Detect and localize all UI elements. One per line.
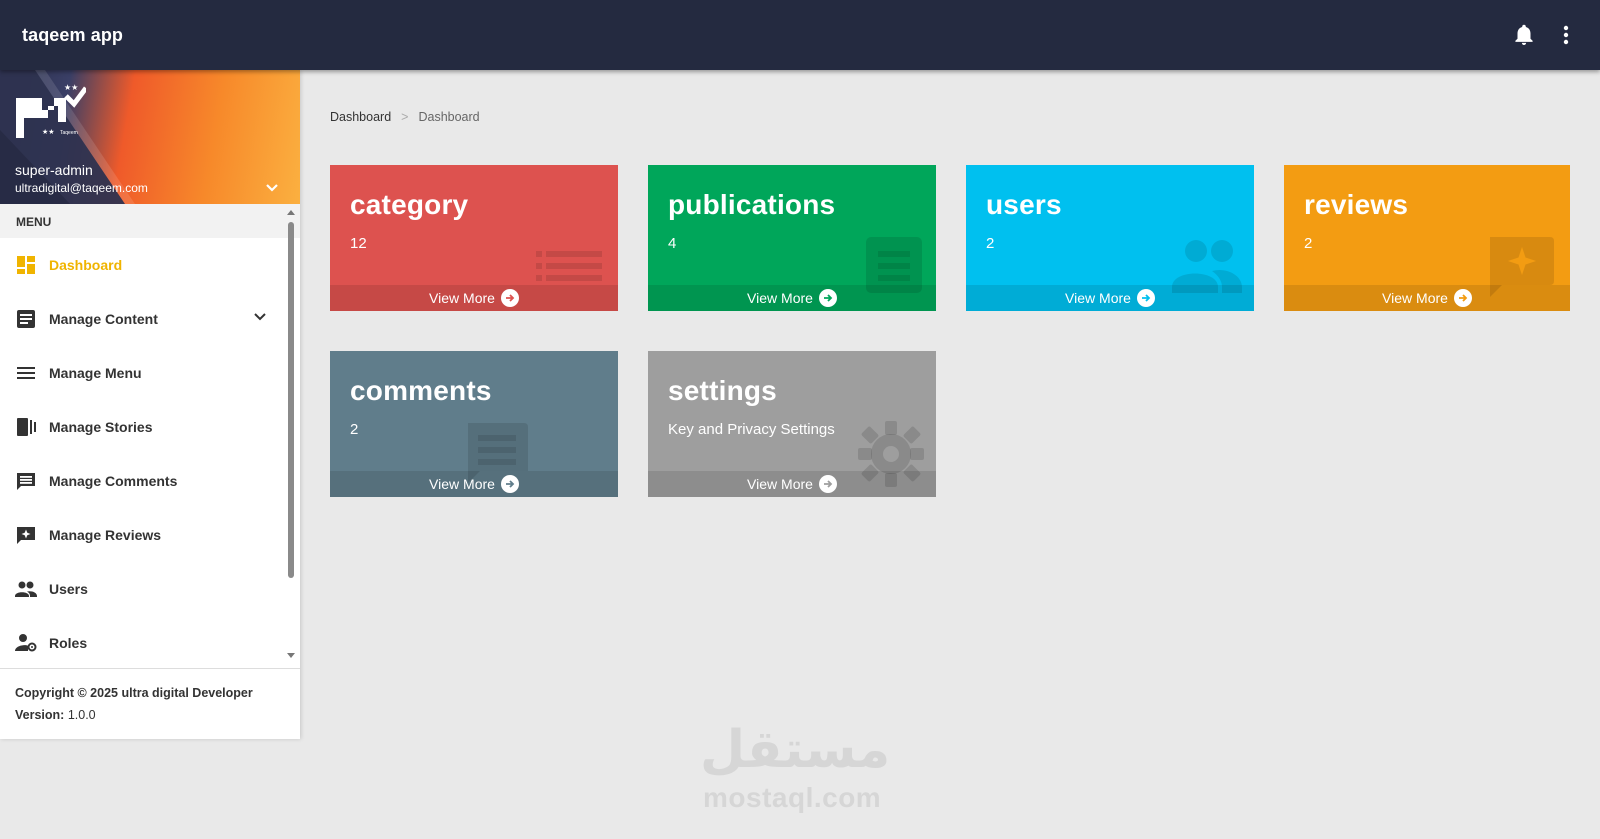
breadcrumb-current: Dashboard <box>418 110 480 124</box>
arrow-right-circle-icon <box>818 475 837 493</box>
version-text: Version: 1.0.0 <box>15 708 96 722</box>
sidebar-item-label: Dashboard <box>49 257 123 273</box>
sidebar-item-dashboard[interactable]: Dashboard <box>0 238 300 292</box>
view-more-link[interactable]: View More <box>330 471 618 497</box>
view-more-label: View More <box>429 290 495 306</box>
sidebar-item-manage-comments[interactable]: Manage Comments <box>0 454 300 508</box>
card-title: users <box>986 189 1062 220</box>
chevron-down-icon[interactable] <box>264 180 284 200</box>
view-more-label: View More <box>429 476 495 492</box>
menu-header: MENU <box>0 204 300 238</box>
sidebar-item-users[interactable]: Users <box>0 562 300 616</box>
view-more-link[interactable]: View More <box>330 285 618 311</box>
watermark: مستقل mostaql.com <box>690 720 910 820</box>
view-more-label: View More <box>1065 290 1131 306</box>
card-value: 4 <box>668 235 677 252</box>
profile-panel: ★★ ★★ Taqeem super-admin ultradigital@ta… <box>0 70 300 204</box>
stat-card-comments[interactable]: comments 2 View More <box>330 351 618 497</box>
card-title: reviews <box>1304 189 1409 220</box>
view-more-link[interactable]: View More <box>1284 285 1570 311</box>
view-more-label: View More <box>747 290 813 306</box>
stories-icon <box>15 416 37 438</box>
svg-text:★★: ★★ <box>64 83 78 92</box>
card-title: comments <box>350 375 492 406</box>
top-actions <box>1512 23 1578 47</box>
profile-name: super-admin <box>15 162 93 178</box>
scroll-down-icon[interactable] <box>287 653 295 658</box>
stat-card-publications[interactable]: publications 4 View More <box>648 165 936 311</box>
menu-list: MENU Dashboard Manage Content Manage Men… <box>0 204 300 668</box>
card-value: 2 <box>350 421 359 438</box>
card-title: category <box>350 189 469 220</box>
scroll-up-icon[interactable] <box>287 210 295 215</box>
card-value: 12 <box>350 235 367 252</box>
arrow-right-circle-icon <box>500 475 519 493</box>
card-value: Key and Privacy Settings <box>668 421 835 438</box>
bell-icon[interactable] <box>1512 23 1536 47</box>
review-icon <box>15 524 37 546</box>
svg-text:★★: ★★ <box>42 128 55 136</box>
view-more-link[interactable]: View More <box>648 471 936 497</box>
version-value: 1.0.0 <box>67 708 96 722</box>
article-icon <box>15 308 37 330</box>
sidebar-item-label: Manage Comments <box>49 473 178 489</box>
sidebar-item-label: Manage Menu <box>49 365 142 381</box>
sidebar-item-manage-stories[interactable]: Manage Stories <box>0 400 300 454</box>
menu-lines-icon <box>15 362 37 384</box>
view-more-link[interactable]: View More <box>966 285 1254 311</box>
view-more-link[interactable]: View More <box>648 285 936 311</box>
sidebar-item-label: Users <box>49 581 88 597</box>
top-app-bar: taqeem app <box>0 0 1600 70</box>
people-icon <box>15 578 37 600</box>
arrow-right-circle-icon <box>1136 289 1155 307</box>
scrollbar-thumb[interactable] <box>288 222 294 578</box>
taqeem-logo: ★★ ★★ Taqeem <box>16 83 86 138</box>
sidebar-item-roles[interactable]: Roles <box>0 616 300 668</box>
sidebar-item-manage-menu[interactable]: Manage Menu <box>0 346 300 400</box>
arrow-right-circle-icon <box>500 289 519 307</box>
dashboard-icon <box>15 254 37 276</box>
profile-email: ultradigital@taqeem.com <box>15 181 148 195</box>
arrow-right-circle-icon <box>1453 289 1472 307</box>
app-title: taqeem app <box>22 24 124 45</box>
card-title: settings <box>668 375 777 406</box>
watermark-arabic: مستقل <box>700 720 891 780</box>
arrow-right-circle-icon <box>818 289 837 307</box>
comment-icon <box>15 470 37 492</box>
user-gear-icon <box>15 632 37 654</box>
sidebar-item-manage-content[interactable]: Manage Content <box>0 292 300 346</box>
svg-text:Taqeem: Taqeem <box>60 130 78 136</box>
copyright-text: Copyright © 2025 ultra digital Developer <box>15 686 253 700</box>
sidebar: ★★ ★★ Taqeem super-admin ultradigital@ta… <box>0 70 300 739</box>
card-value: 2 <box>986 235 995 252</box>
sidebar-scrollbar[interactable] <box>286 204 296 668</box>
card-title: publications <box>668 189 836 220</box>
sidebar-footer: Copyright © 2025 ultra digital Developer… <box>0 668 300 739</box>
view-more-label: View More <box>1382 290 1448 306</box>
view-more-label: View More <box>747 476 813 492</box>
watermark-latin: mostaql.com <box>703 782 882 813</box>
sidebar-item-manage-reviews[interactable]: Manage Reviews <box>0 508 300 562</box>
card-value: 2 <box>1304 235 1313 252</box>
stat-card-settings[interactable]: settings Key and Privacy Settings View M… <box>648 351 936 497</box>
sidebar-item-label: Manage Stories <box>49 419 153 435</box>
sidebar-item-label: Roles <box>49 635 88 651</box>
chevron-down-icon[interactable] <box>252 309 272 329</box>
breadcrumb: Dashboard > Dashboard <box>330 110 480 124</box>
stat-card-users[interactable]: users 2 View More <box>966 165 1254 311</box>
breadcrumb-root[interactable]: Dashboard <box>330 110 391 124</box>
stat-card-reviews[interactable]: reviews 2 View More <box>1284 165 1570 311</box>
more-vertical-icon[interactable] <box>1554 23 1578 47</box>
stat-card-category[interactable]: category 12 View More <box>330 165 618 311</box>
breadcrumb-separator: > <box>401 110 409 124</box>
sidebar-item-label: Manage Reviews <box>49 527 162 543</box>
sidebar-item-label: Manage Content <box>49 311 158 327</box>
